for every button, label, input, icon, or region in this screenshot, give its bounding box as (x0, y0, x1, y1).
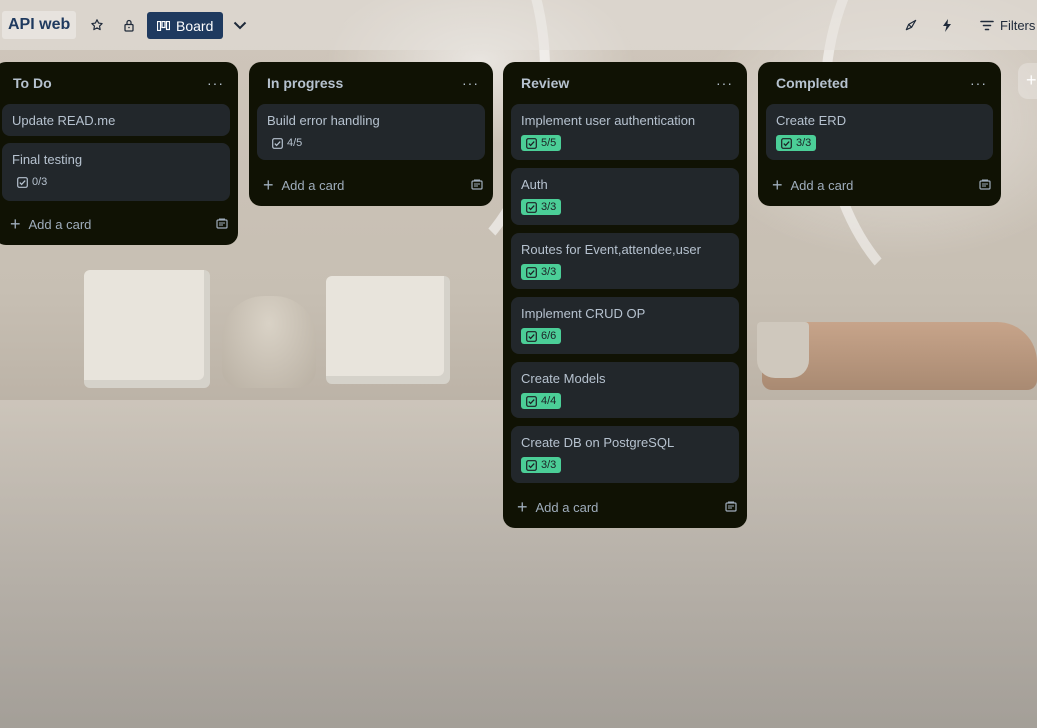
checklist-badge: 0/3 (12, 174, 52, 190)
checklist-count: 3/3 (541, 266, 557, 278)
checklist-badge-complete: 3/3 (521, 199, 562, 215)
checklist-icon (526, 137, 537, 149)
add-card-button[interactable]: + Add a card (772, 176, 853, 194)
checklist-icon (526, 266, 537, 278)
board-view-button[interactable]: Board (147, 12, 224, 39)
list-completed: Completed ··· Create ERD 3/3 + Add a car… (758, 62, 1001, 206)
add-card-label: Add a card (28, 216, 92, 232)
add-card-row: + Add a card (10, 212, 228, 236)
checklist-badge-complete: 4/4 (521, 393, 562, 409)
add-card-button[interactable]: + Add a card (517, 498, 598, 516)
checklist-icon (526, 459, 537, 471)
more-dots-icon[interactable]: ··· (716, 75, 733, 91)
checklist-icon (17, 176, 28, 188)
card-title: Update READ.me (12, 113, 116, 128)
card-title: Build error handling (267, 113, 380, 128)
add-card-row: + Add a card (263, 173, 483, 197)
card-title: Implement CRUD OP (521, 306, 646, 321)
checklist-badge-complete: 6/6 (521, 328, 562, 344)
visibility-button[interactable] (115, 11, 143, 39)
more-dots-icon[interactable]: ··· (970, 75, 987, 91)
add-card-label: Add a card (281, 177, 345, 193)
plus-icon: + (263, 175, 274, 195)
checklist-count: 3/3 (541, 201, 557, 213)
card-template-icon[interactable] (725, 501, 737, 513)
checklist-icon (526, 330, 537, 342)
rocket-icon (904, 18, 918, 32)
checklist-icon (272, 137, 283, 149)
checklist-count: 4/5 (287, 137, 303, 149)
checklist-badge-complete: 3/3 (776, 135, 817, 151)
list-title[interactable]: In progress (267, 75, 343, 91)
star-icon (90, 18, 104, 32)
card-template-icon[interactable] (216, 218, 228, 230)
card-final-testing[interactable]: Final testing 0/3 (2, 143, 230, 201)
filters-label: Filters (1000, 17, 1036, 33)
board-title[interactable]: API web (2, 11, 77, 39)
add-card-row: + Add a card (517, 495, 737, 519)
checklist-icon (781, 137, 792, 149)
checklist-badge: 4/5 (267, 135, 307, 151)
more-dots-icon[interactable]: ··· (462, 75, 479, 91)
more-dots-icon[interactable]: ··· (207, 75, 224, 91)
checklist-icon (526, 395, 537, 407)
card-title: Routes for Event,attendee,user (521, 242, 701, 257)
add-card-button[interactable]: + Add a card (10, 215, 91, 233)
list-title[interactable]: Review (521, 75, 569, 91)
card-create-erd[interactable]: Create ERD 3/3 (766, 104, 993, 160)
board-header: API web Board Filters (0, 0, 1037, 50)
card-create-db-postgresql[interactable]: Create DB on PostgreSQL 3/3 (511, 426, 739, 483)
list-title[interactable]: To Do (13, 75, 52, 91)
list-in-progress: In progress ··· Build error handling 4/5… (249, 62, 493, 206)
plus-icon: + (772, 175, 783, 195)
card-routes[interactable]: Routes for Event,attendee,user 3/3 (511, 233, 739, 289)
checklist-badge-complete: 3/3 (521, 457, 562, 473)
automation-button[interactable] (933, 11, 961, 39)
checklist-count: 3/3 (796, 137, 812, 149)
checklist-icon (526, 201, 537, 213)
checklist-count: 4/4 (541, 395, 557, 407)
checklist-count: 0/3 (32, 176, 48, 188)
lock-icon (123, 19, 135, 32)
checklist-badge-complete: 5/5 (521, 135, 562, 151)
plus-icon: + (10, 214, 21, 234)
add-card-label: Add a card (790, 177, 854, 193)
filter-icon (980, 20, 994, 31)
card-title: Create Models (521, 371, 606, 386)
checklist-badge-complete: 3/3 (521, 264, 562, 280)
card-auth[interactable]: Auth 3/3 (511, 168, 739, 225)
card-create-models[interactable]: Create Models 4/4 (511, 362, 739, 418)
board-icon (157, 20, 170, 31)
add-list-button[interactable]: + (1018, 63, 1037, 99)
checklist-count: 5/5 (541, 137, 557, 149)
list-to-do: To Do ··· Update READ.me Final testing 0… (0, 62, 238, 245)
add-card-label: Add a card (535, 499, 599, 515)
card-title: Implement user authentication (521, 113, 696, 128)
add-card-button[interactable]: + Add a card (263, 176, 344, 194)
star-button[interactable] (83, 11, 111, 39)
checklist-count: 6/6 (541, 330, 557, 342)
list-review: Review ··· Implement user authentication… (503, 62, 747, 528)
card-title: Create DB on PostgreSQL (521, 435, 675, 450)
filters-button[interactable]: Filters (980, 11, 1035, 39)
view-switcher-button[interactable] (226, 11, 254, 39)
chevron-down-icon (233, 21, 247, 30)
card-title: Auth (521, 177, 548, 192)
board-view-label: Board (176, 17, 214, 34)
card-title: Final testing (12, 152, 83, 167)
power-ups-button[interactable] (897, 11, 925, 39)
card-title: Create ERD (776, 113, 847, 128)
card-template-icon[interactable] (471, 179, 483, 191)
list-title[interactable]: Completed (776, 75, 848, 91)
card-implement-crud-op[interactable]: Implement CRUD OP 6/6 (511, 297, 739, 354)
lightning-icon (942, 18, 952, 32)
card-implement-user-authentication[interactable]: Implement user authentication 5/5 (511, 104, 739, 160)
card-build-error-handling[interactable]: Build error handling 4/5 (257, 104, 485, 160)
plus-icon: + (517, 497, 528, 517)
card-template-icon[interactable] (979, 179, 991, 191)
checklist-count: 3/3 (541, 459, 557, 471)
card-update-readme[interactable]: Update READ.me (2, 104, 230, 136)
add-card-row: + Add a card (772, 173, 991, 197)
